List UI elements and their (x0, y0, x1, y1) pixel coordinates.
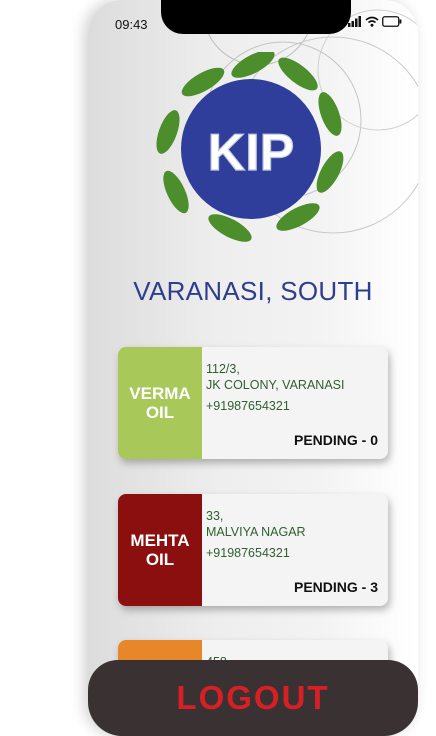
wifi-icon (365, 16, 379, 27)
dealer-name-block: MEHTA OIL (118, 494, 202, 606)
phone-screen: 09:43 KIP VARANASI, SOUTH VERMA OIL 112/… (88, 0, 418, 736)
dealer-name-block: VERMA OIL (118, 347, 202, 459)
address-line2: MALVIYA NAGAR (206, 525, 306, 539)
dealer-card-mehta[interactable]: MEHTA OIL 33, MALVIYA NAGAR +91987654321… (118, 494, 388, 606)
dealer-name-line2: OIL (145, 550, 175, 569)
logout-button[interactable]: LOGOUT (88, 660, 418, 736)
address-line2: JK COLONY, VARANASI (206, 378, 345, 392)
dealer-phone[interactable]: +91987654321 (206, 398, 380, 414)
dealer-name-line2: OIL (145, 403, 175, 422)
dealer-info: 112/3, JK COLONY, VARANASI +91987654321 (206, 361, 380, 414)
pending-count: PENDING - 3 (293, 579, 378, 595)
battery-icon (382, 16, 402, 27)
dealer-card-verma[interactable]: VERMA OIL 112/3, JK COLONY, VARANASI +91… (118, 347, 388, 459)
address-line1: 112/3, (206, 362, 240, 376)
kip-logo: KIP (156, 52, 344, 242)
status-icons (348, 16, 402, 27)
signal-icon (348, 16, 361, 27)
address-line1: 33, (206, 509, 224, 523)
pending-count: PENDING - 0 (293, 432, 378, 448)
dealer-name-line1: VERMA (129, 384, 191, 403)
status-time: 09:43 (115, 17, 148, 32)
dealer-info: 33, MALVIYA NAGAR +91987654321 (206, 508, 380, 561)
logo-text: KIP (208, 124, 295, 182)
region-title: VARANASI, SOUTH (133, 276, 373, 306)
dealer-name-line1: MEHTA (130, 531, 190, 550)
phone-notch (161, 0, 351, 34)
dealer-phone[interactable]: +91987654321 (206, 545, 380, 561)
